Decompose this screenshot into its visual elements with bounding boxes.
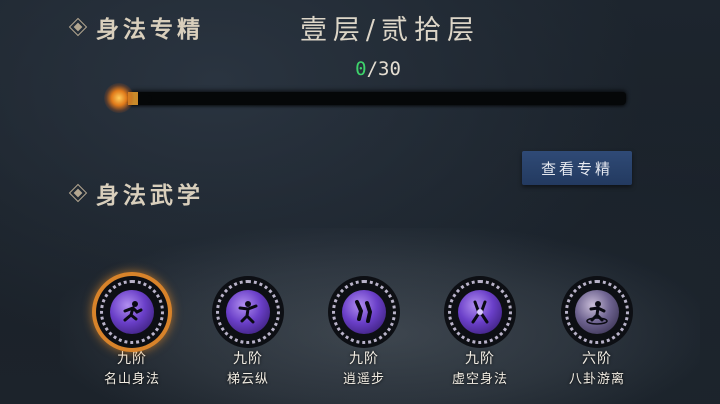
section-header-skills: 身法武学	[70, 176, 204, 210]
progress-spark-icon	[104, 83, 134, 113]
section-title-skills: 身法武学	[96, 182, 204, 209]
skill-tier: 九阶	[465, 351, 495, 367]
skill-name: 八卦游离	[568, 372, 625, 387]
skill-tier: 九阶	[117, 351, 147, 367]
skill-icon-core	[342, 290, 386, 334]
skill-icon-frame[interactable]	[328, 276, 400, 348]
skill-item[interactable]: 九阶 虚空身法	[425, 276, 535, 387]
progress-total: /30	[366, 58, 401, 80]
progress-bar	[122, 92, 626, 105]
skill-item[interactable]: 九阶 逍遥步	[309, 276, 419, 387]
diamond-ornament-icon	[70, 185, 86, 201]
skill-icon-core	[575, 290, 619, 334]
running-figure-icon	[123, 301, 143, 322]
skill-name: 虚空身法	[451, 372, 508, 387]
skill-icon-core	[226, 290, 270, 334]
skill-tier: 九阶	[233, 351, 263, 367]
skill-tier: 九阶	[349, 351, 379, 367]
skill-icon-core	[110, 290, 154, 334]
bagua-figure-icon	[586, 301, 608, 325]
view-mastery-button[interactable]: 查看专精	[522, 151, 632, 185]
skill-name: 逍遥步	[342, 372, 385, 387]
skill-item[interactable]: 九阶 梯云纵	[193, 276, 303, 387]
skill-icon-core	[458, 290, 502, 334]
progress-counter: 0/30	[0, 58, 720, 80]
skill-icon-frame[interactable]	[561, 276, 633, 348]
skill-item[interactable]: 六阶 八卦游离	[542, 276, 652, 387]
skill-name: 梯云纵	[226, 372, 269, 387]
skill-icon-frame[interactable]	[96, 276, 168, 348]
skill-icon-frame[interactable]	[212, 276, 284, 348]
skill-icon-frame[interactable]	[444, 276, 516, 348]
skill-item[interactable]: 九阶 名山身法	[77, 276, 187, 387]
leaping-figure-icon	[238, 301, 258, 324]
void-step-icon	[471, 300, 489, 324]
footsteps-icon	[355, 300, 373, 323]
progress-current: 0	[355, 58, 367, 80]
skill-name: 名山身法	[103, 372, 160, 387]
skill-tier: 六阶	[582, 351, 612, 367]
mastery-level-title: 壹层/贰拾层	[299, 15, 481, 46]
